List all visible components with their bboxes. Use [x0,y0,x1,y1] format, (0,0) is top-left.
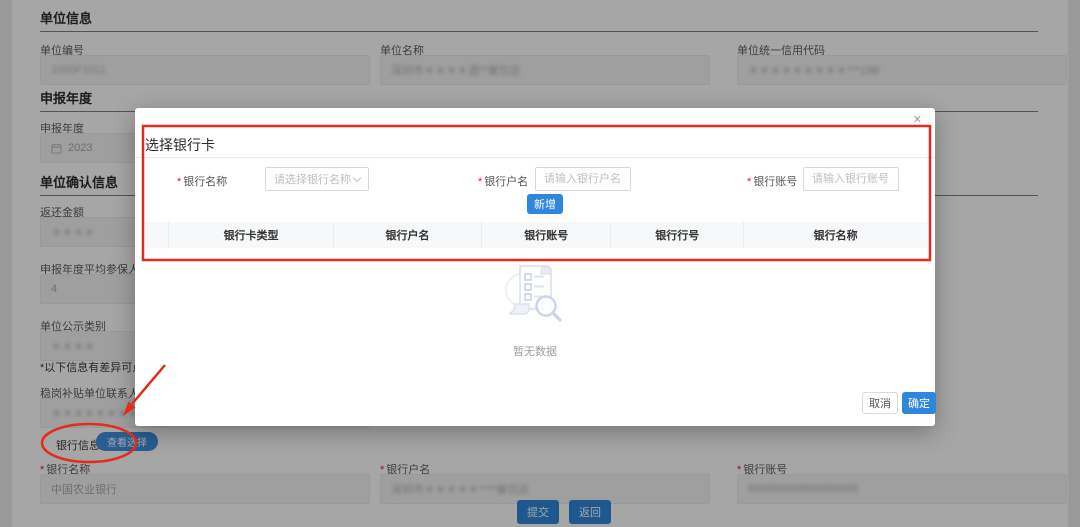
bank-name-select[interactable]: 请选择银行名称 [265,167,369,191]
cancel-button[interactable]: 取消 [862,392,898,414]
modal-title: 选择银行卡 [145,135,215,155]
table-header-account-name: 银行户名 [333,222,482,248]
table-header-bank-name: 银行名称 [743,222,927,248]
empty-text: 暂无数据 [135,343,935,359]
empty-data-icon [502,260,568,326]
account-no-input[interactable] [803,167,899,191]
account-name-input[interactable] [535,167,631,191]
add-button[interactable]: 新增 [527,194,563,214]
bank-name-select-placeholder: 请选择银行名称 [274,171,351,187]
screen: 单位信息 单位编号 1000F1011 单位名称 深圳市＊＊＊＊酒**餐饮店 单… [0,0,1080,527]
table-header-account-no: 银行账号 [481,222,610,248]
table-header-select [145,222,168,248]
modal-title-divider [135,157,935,158]
confirm-button[interactable]: 确定 [902,392,936,414]
modal-account-no-label: *银行账号 [747,173,797,189]
modal-bank-name-label: *银行名称 [177,173,227,189]
close-icon[interactable]: ✕ [913,113,922,126]
modal-account-name-label: *银行户名 [478,173,528,189]
table-header-card-type: 银行卡类型 [168,222,332,248]
chevron-down-icon [353,173,361,181]
empty-state: 暂无数据 [135,260,935,359]
table-header-branch-no: 银行行号 [610,222,743,248]
select-bank-card-modal: ✕ 选择银行卡 *银行名称 请选择银行名称 *银行户名 *银行账号 新增 银行卡… [135,108,935,426]
table-header-row: 银行卡类型 银行户名 银行账号 银行行号 银行名称 [145,222,927,248]
